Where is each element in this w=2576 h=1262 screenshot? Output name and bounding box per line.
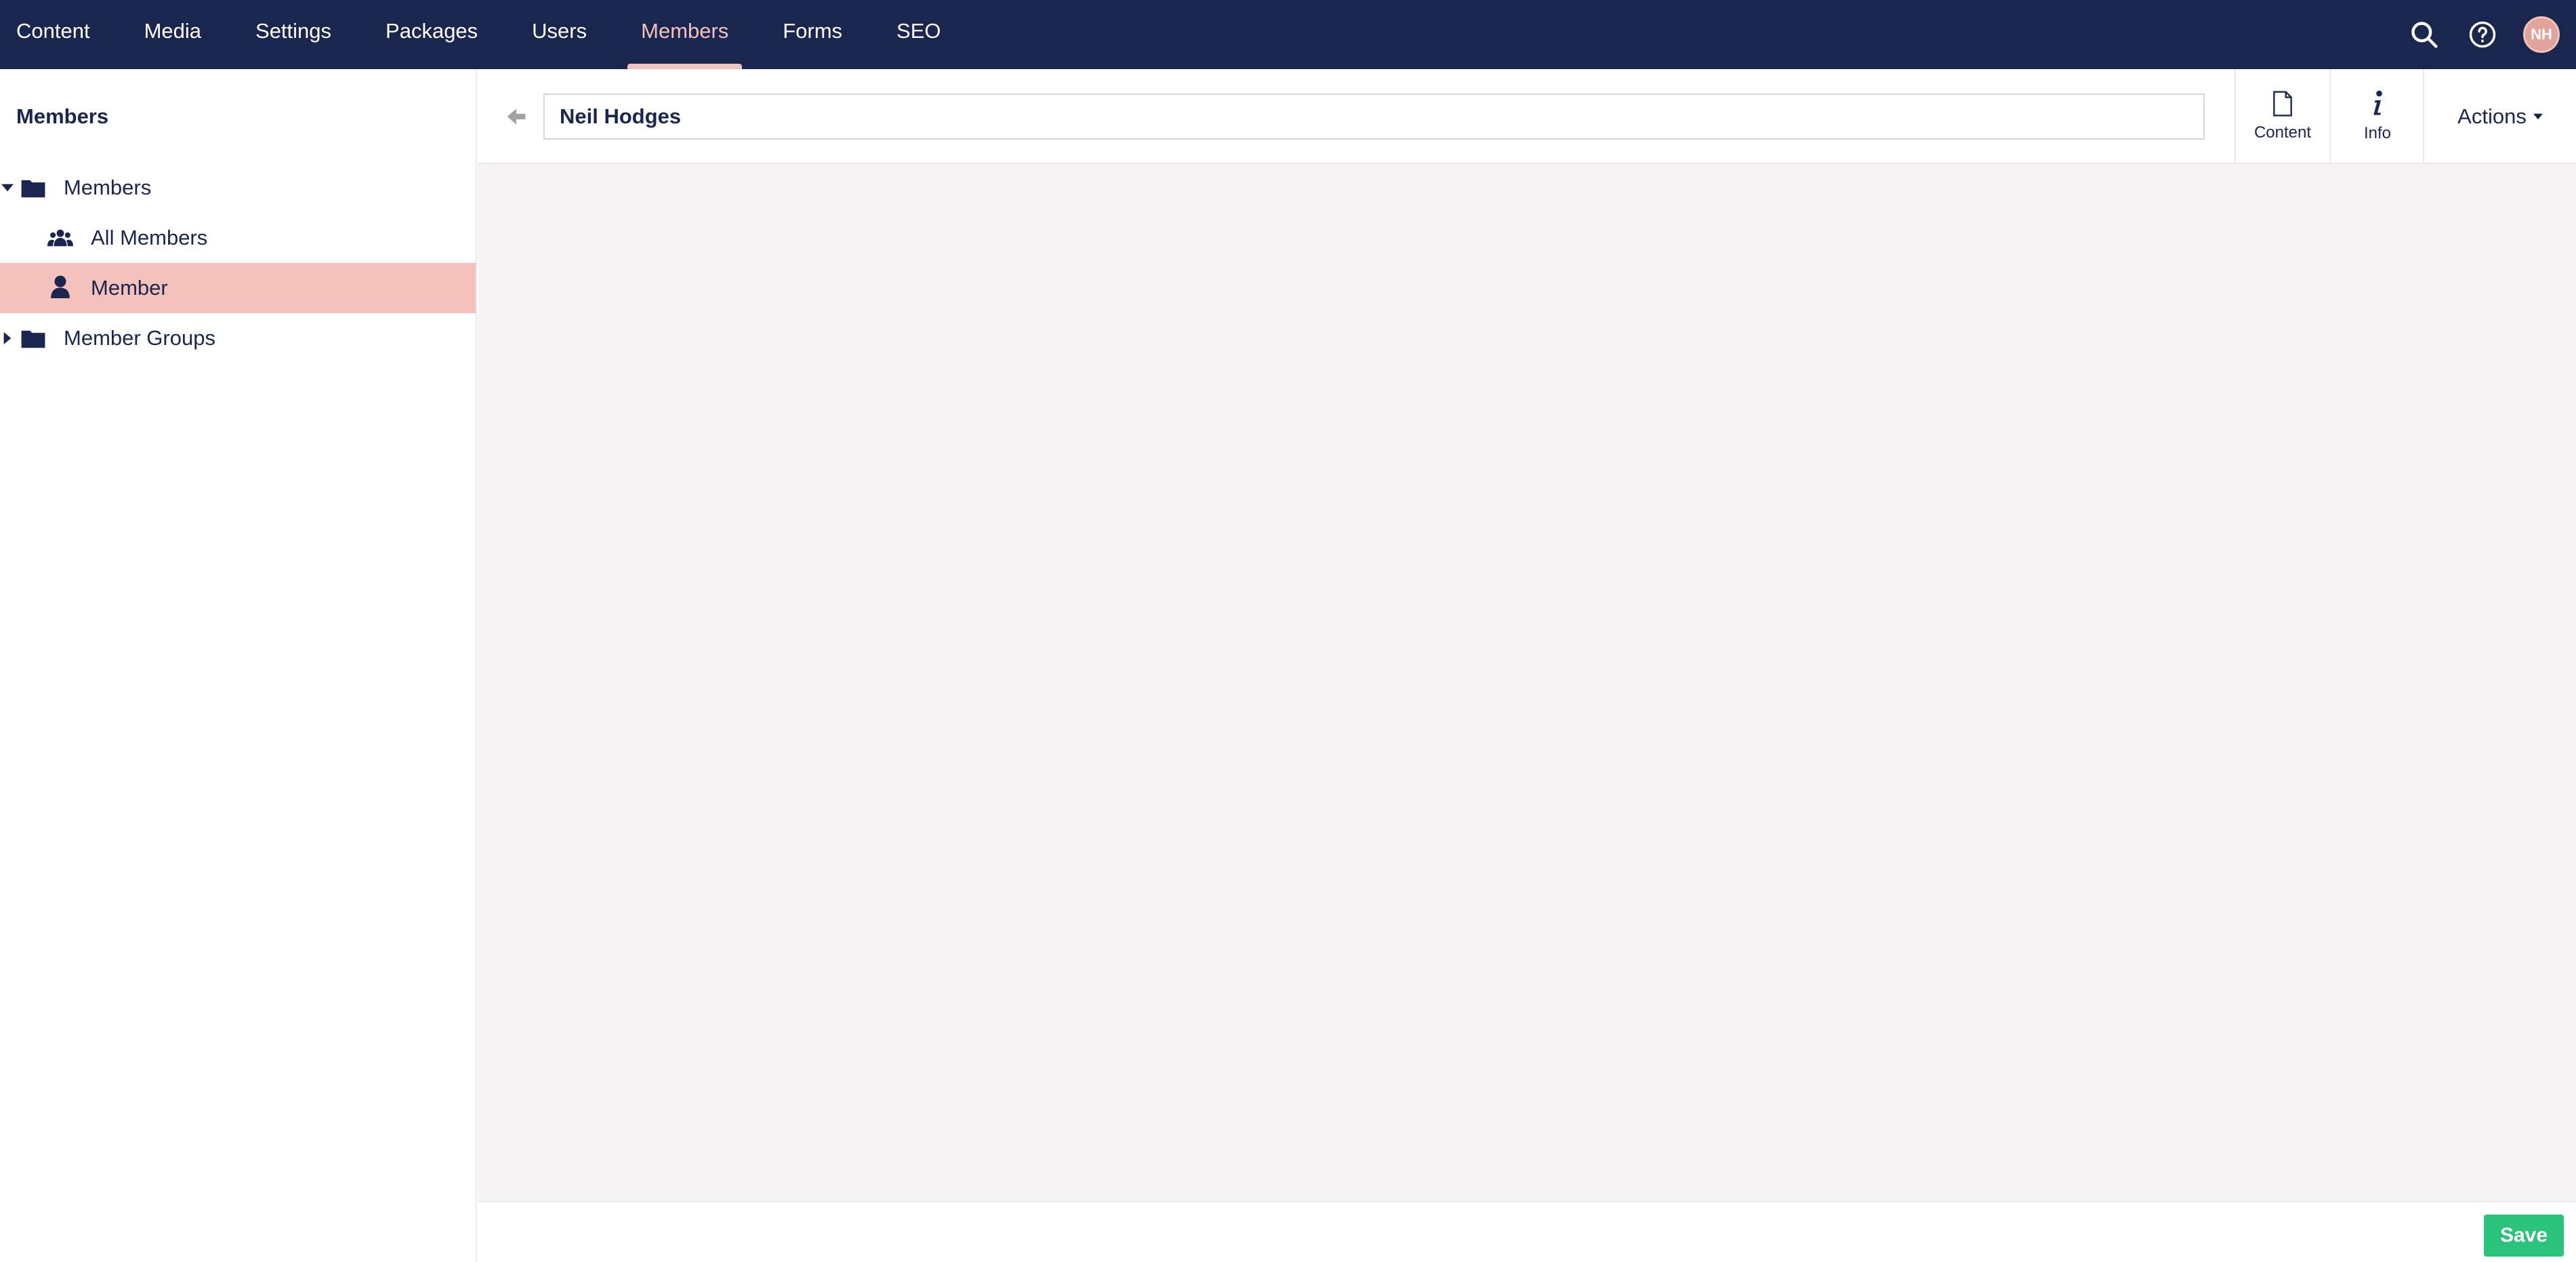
nav-packages[interactable]: Packages	[358, 0, 505, 69]
folder-icon	[21, 330, 45, 348]
editor-content-area	[478, 164, 2576, 1201]
member-name-input[interactable]	[543, 94, 2205, 140]
document-icon	[2273, 91, 2292, 117]
info-icon	[2373, 90, 2382, 115]
user-avatar[interactable]: NH	[2523, 16, 2560, 53]
sidebar-title: Members	[16, 104, 109, 128]
search-icon[interactable]	[2407, 17, 2442, 52]
tree-label: Member	[91, 276, 168, 300]
nav-forms[interactable]: Forms	[755, 0, 869, 69]
back-arrow-icon[interactable]	[503, 103, 530, 130]
tree-item-member[interactable]: Member	[0, 263, 476, 313]
tab-info-label: Info	[2363, 124, 2392, 142]
nav-settings[interactable]: Settings	[228, 0, 358, 69]
nav-content[interactable]: Content	[0, 0, 117, 69]
header-tools: NH	[2407, 0, 2560, 69]
tree-item-members[interactable]: Members	[0, 163, 476, 213]
help-icon[interactable]	[2465, 17, 2500, 52]
actions-dropdown[interactable]: Actions	[2423, 69, 2576, 164]
editor-footer: Save	[478, 1201, 2576, 1262]
top-header: Content Media Settings Packages Users Me…	[0, 0, 2576, 69]
editor-header: Content Info Actions	[478, 69, 2576, 164]
tree-label: Member Groups	[64, 326, 215, 350]
caret-down-icon[interactable]	[1, 182, 14, 194]
tree-label: All Members	[91, 226, 208, 249]
main-navigation: Content Media Settings Packages Users Me…	[0, 0, 968, 69]
folder-icon	[21, 180, 45, 198]
sidebar: Members Members All Members Member Membe…	[0, 69, 477, 1262]
tab-info[interactable]: Info	[2329, 69, 2424, 164]
users-icon	[47, 229, 73, 247]
caret-down-icon	[2533, 113, 2543, 120]
member-tree: Members All Members Member Member Groups	[0, 163, 476, 363]
actions-label: Actions	[2457, 104, 2527, 128]
user-icon	[51, 275, 70, 298]
nav-members[interactable]: Members	[614, 0, 755, 69]
tree-label: Members	[64, 176, 152, 199]
tree-item-member-groups[interactable]: Member Groups	[0, 313, 476, 363]
save-button[interactable]: Save	[2484, 1215, 2564, 1257]
nav-media[interactable]: Media	[117, 0, 228, 69]
nav-seo[interactable]: SEO	[869, 0, 968, 69]
tab-content[interactable]: Content	[2235, 69, 2329, 164]
caret-right-icon[interactable]	[1, 332, 14, 344]
tab-content-label: Content	[2253, 123, 2312, 142]
nav-users[interactable]: Users	[505, 0, 614, 69]
tree-item-all-members[interactable]: All Members	[0, 213, 476, 263]
